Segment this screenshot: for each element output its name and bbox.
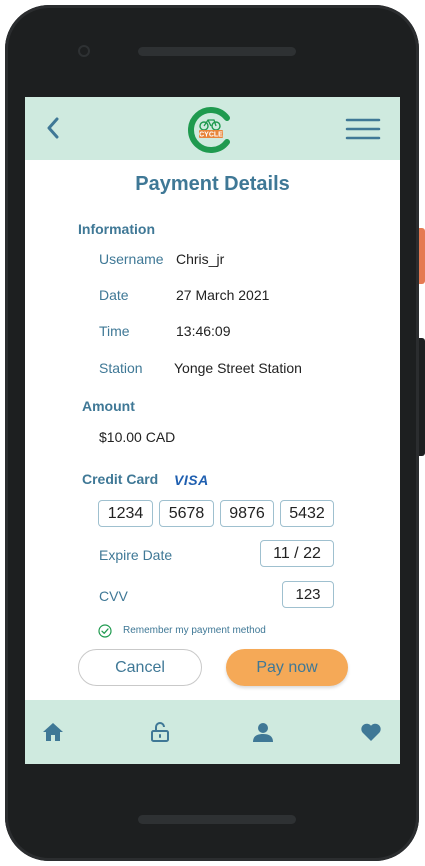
amount-value: $10.00 CAD [99, 429, 176, 445]
app-screen: CYCLE Payment Details Information Userna… [25, 97, 400, 764]
date-value: 27 March 2021 [176, 287, 270, 303]
amount-section-label: Amount [82, 398, 135, 414]
card-number-group-3[interactable]: 9876 [220, 500, 274, 527]
logo-text: CYCLE [199, 132, 223, 139]
top-app-bar: CYCLE [25, 97, 400, 160]
time-value: 13:46:09 [176, 323, 231, 339]
cvv-field[interactable]: 123 [282, 581, 334, 608]
bottom-bezel-bar [138, 815, 296, 824]
credit-card-section-label: Credit Card [82, 471, 159, 487]
expire-date-label: Expire Date [99, 547, 173, 563]
profile-icon[interactable] [251, 720, 275, 744]
side-button-power [419, 228, 425, 284]
earpiece-speaker [138, 47, 296, 56]
time-label: Time [99, 323, 130, 339]
card-number-group-1[interactable]: 1234 [98, 500, 153, 527]
remember-checkbox-icon[interactable] [98, 624, 112, 638]
page-title: Payment Details [135, 173, 290, 195]
side-button-volume [419, 338, 425, 456]
visa-brand-logo: VISA [174, 472, 209, 488]
cvv-label: CVV [99, 588, 128, 604]
remember-payment-label[interactable]: Remember my payment method [123, 625, 266, 636]
bottom-navigation [25, 700, 400, 764]
username-value: Chris_jr [176, 251, 225, 267]
chevron-left-icon[interactable] [43, 115, 65, 141]
home-icon[interactable] [41, 720, 65, 744]
hamburger-menu-icon[interactable] [345, 117, 381, 141]
cycle-logo: CYCLE [188, 107, 230, 153]
username-label: Username [99, 251, 164, 267]
card-number-group-2[interactable]: 5678 [159, 500, 214, 527]
information-section-label: Information [78, 221, 155, 237]
station-label: Station [99, 360, 143, 376]
front-camera [78, 45, 90, 57]
unlock-icon[interactable] [148, 720, 172, 744]
station-value: Yonge Street Station [174, 360, 302, 376]
pay-now-button[interactable]: Pay now [226, 649, 348, 686]
cancel-button[interactable]: Cancel [78, 649, 202, 686]
card-number-group-4[interactable]: 5432 [280, 500, 334, 527]
date-label: Date [99, 287, 129, 303]
expire-date-field[interactable]: 11 / 22 [260, 540, 334, 567]
favorites-heart-icon[interactable] [359, 720, 383, 744]
